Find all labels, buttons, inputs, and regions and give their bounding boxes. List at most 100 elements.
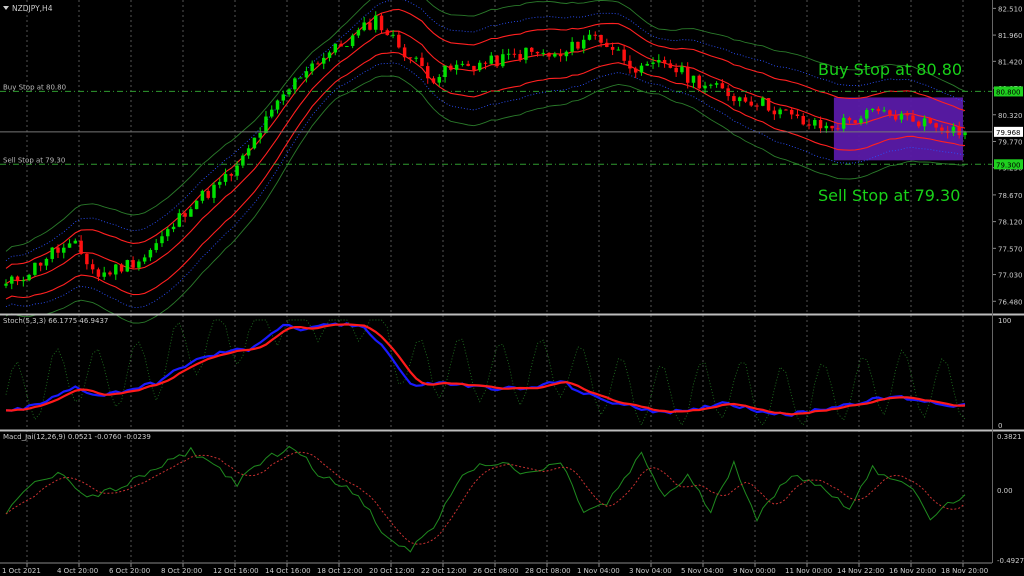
candle-body[interactable] [148,249,153,258]
candle-body[interactable] [102,272,106,277]
candle-body[interactable] [33,262,37,275]
candle-body[interactable] [96,269,101,277]
candle-body[interactable] [576,41,580,49]
candle-body[interactable] [547,52,551,57]
candle-body[interactable] [281,94,286,101]
candle-body[interactable] [709,84,713,86]
candle-body[interactable] [339,43,343,47]
candle-body[interactable] [275,100,280,110]
candle-body[interactable] [50,247,54,259]
candle-body[interactable] [714,83,719,85]
candle-body[interactable] [125,260,130,272]
candle-body[interactable] [893,114,898,120]
candle-body[interactable] [362,22,366,31]
candle-body[interactable] [374,15,378,30]
candle-body[interactable] [194,200,199,210]
candle-body[interactable] [44,258,49,266]
candle-body[interactable] [501,54,505,67]
candle-body[interactable] [784,109,788,111]
candle-body[interactable] [761,98,765,106]
candle-body[interactable] [229,174,234,176]
candle-body[interactable] [680,66,684,73]
candle-body[interactable] [235,165,239,176]
candle-body[interactable] [691,75,696,83]
candle-body[interactable] [131,260,135,268]
candle-body[interactable] [223,174,228,182]
candle-body[interactable] [789,109,794,115]
candle-body[interactable] [345,46,349,48]
candle-body[interactable] [674,67,678,73]
candle-body[interactable] [10,276,14,284]
candle-body[interactable] [570,41,574,52]
candle-body[interactable] [651,62,655,64]
candle-body[interactable] [402,47,407,58]
candle-body[interactable] [425,66,430,79]
candle-body[interactable] [108,272,112,275]
candle-body[interactable] [870,108,875,111]
candle-body[interactable] [142,257,147,262]
candle-body[interactable] [27,274,31,281]
candle-body[interactable] [553,53,557,57]
candle-body[interactable] [697,75,701,89]
candle-body[interactable] [587,34,592,40]
candle-body[interactable] [737,97,742,102]
candle-body[interactable] [778,109,782,115]
candle-body[interactable] [477,62,482,71]
candle-body[interactable] [633,68,638,73]
candle-body[interactable] [622,49,626,61]
candle-body[interactable] [258,132,262,138]
candle-body[interactable] [876,108,881,112]
candle-body[interactable] [495,55,499,67]
candle-body[interactable] [67,243,72,248]
candle-body[interactable] [246,148,251,156]
candle-body[interactable] [610,46,615,50]
candle-body[interactable] [859,118,863,124]
candle-body[interactable] [189,209,193,217]
candle-body[interactable] [183,213,187,217]
candle-body[interactable] [558,53,563,57]
candle-body[interactable] [940,127,944,131]
candle-body[interactable] [356,30,361,36]
candle-body[interactable] [599,34,603,43]
candle-body[interactable] [15,276,20,282]
candle-body[interactable] [963,132,967,136]
candle-body[interactable] [703,85,707,89]
candle-body[interactable] [668,63,673,68]
candle-body[interactable] [818,120,823,129]
candle-body[interactable] [934,123,938,128]
candle-body[interactable] [865,110,869,119]
candle-body[interactable] [830,125,834,129]
candle-body[interactable] [541,52,546,54]
candle-body[interactable] [90,264,95,270]
candle-body[interactable] [252,137,257,149]
candle-body[interactable] [824,125,829,129]
candle-body[interactable] [333,43,338,53]
candle-body[interactable] [512,53,517,55]
chart-window[interactable]: Buy Stop at 80.80 Sell Stop at 79.30 Buy… [0,0,1024,576]
candle-body[interactable] [460,63,465,65]
candle-body[interactable] [807,124,811,126]
candle-body[interactable] [56,247,60,253]
candle-body[interactable] [755,105,759,107]
candle-body[interactable] [21,280,26,282]
candle-body[interactable] [177,213,182,227]
candle-body[interactable] [743,97,748,102]
candle-body[interactable] [888,110,892,115]
candle-body[interactable] [408,57,413,59]
candle-body[interactable] [836,128,840,130]
candle-body[interactable] [212,184,216,198]
candle-body[interactable] [119,264,124,272]
candle-body[interactable] [472,65,476,71]
candle-body[interactable] [662,60,667,64]
candle-body[interactable] [298,77,303,79]
candle-body[interactable] [420,57,424,67]
candle-body[interactable] [391,34,395,36]
candle-body[interactable] [489,55,494,64]
candle-body[interactable] [905,113,909,116]
candle-body[interactable] [454,64,459,70]
candle-body[interactable] [882,110,886,112]
candle-body[interactable] [581,39,586,49]
candle-body[interactable] [304,71,309,78]
candle-body[interactable] [431,78,436,83]
candle-body[interactable] [795,114,800,117]
